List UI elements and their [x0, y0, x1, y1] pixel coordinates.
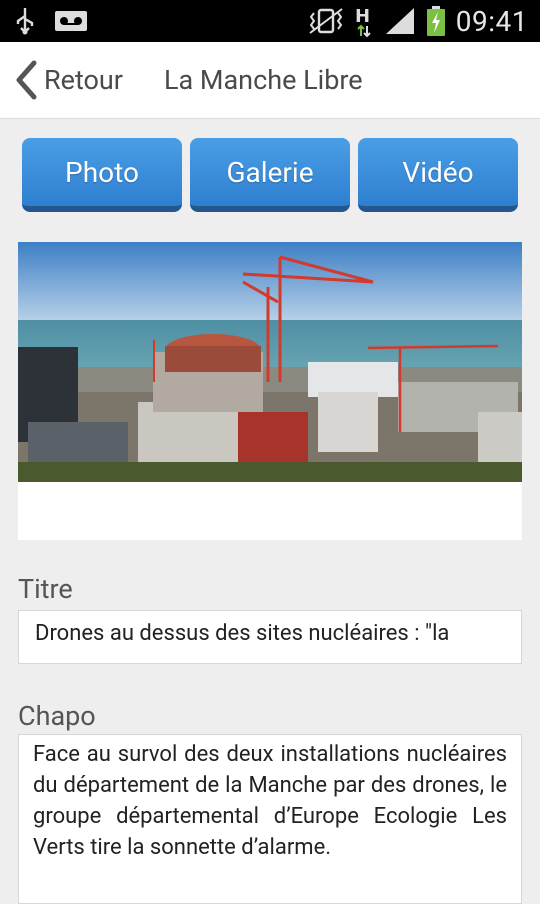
- svg-text:H: H: [355, 6, 370, 27]
- article-photo[interactable]: [18, 242, 522, 540]
- title-label: Titre: [18, 573, 73, 605]
- signal-icon: [385, 8, 414, 34]
- video-button[interactable]: Vidéo: [358, 138, 518, 212]
- photo-button[interactable]: Photo: [22, 138, 182, 212]
- action-bar: Retour La Manche Libre: [0, 42, 540, 119]
- voicemail-icon: [55, 11, 87, 31]
- network-h-icon: H: [355, 6, 371, 38]
- construction-site-image: [18, 242, 522, 482]
- title-value: Drones au dessus des sites nucléaires : …: [35, 621, 450, 646]
- chapo-label: Chapo: [18, 700, 96, 732]
- title-field[interactable]: Drones au dessus des sites nucléaires : …: [18, 610, 522, 664]
- status-bar: H 09:41: [0, 0, 540, 42]
- media-button-row: Photo Galerie Vidéo: [22, 138, 520, 214]
- vibrate-icon: [309, 8, 343, 34]
- usb-icon: [16, 8, 34, 35]
- back-label: Retour: [44, 64, 123, 96]
- battery-charging-icon: [426, 6, 445, 36]
- clock: 09:41: [455, 4, 528, 38]
- back-button[interactable]: Retour: [14, 56, 123, 104]
- gallery-button[interactable]: Galerie: [190, 138, 350, 212]
- chapo-field[interactable]: Face au survol des deux installations nu…: [18, 734, 522, 904]
- chapo-value: Face au survol des deux installations nu…: [33, 742, 507, 860]
- chevron-left-icon: [16, 60, 37, 100]
- page-title: La Manche Libre: [164, 64, 363, 96]
